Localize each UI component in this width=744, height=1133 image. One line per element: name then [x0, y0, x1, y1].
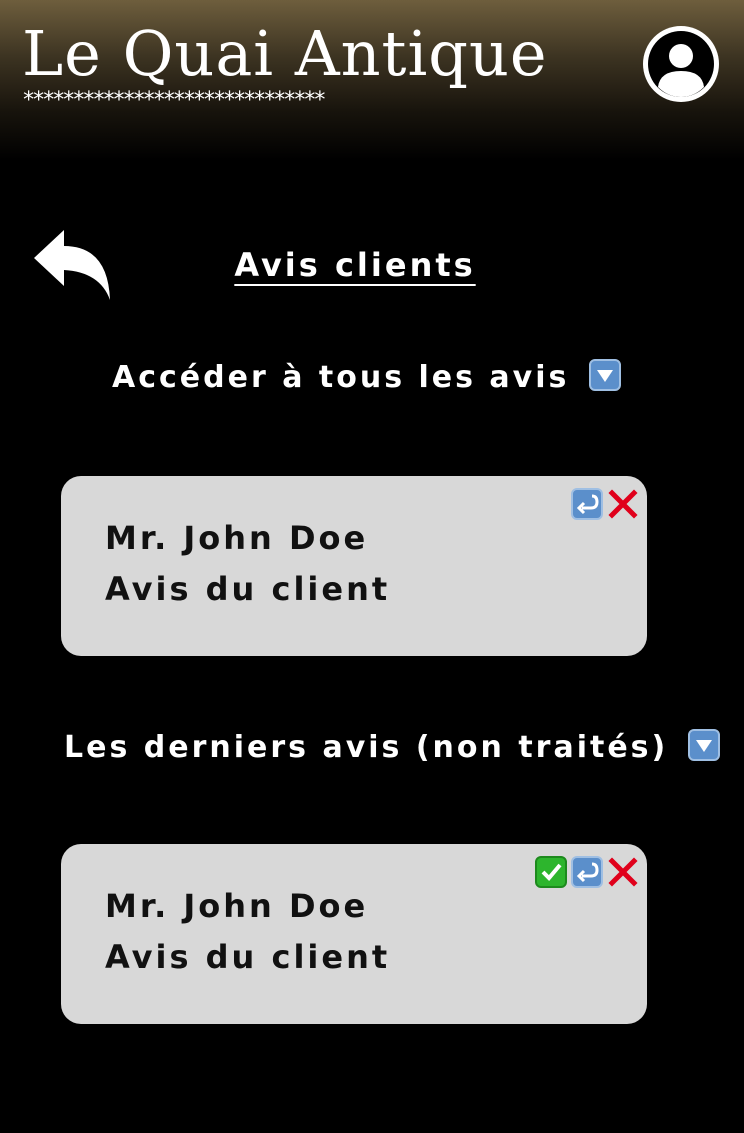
triangle-down-icon[interactable] — [687, 729, 720, 761]
latest-reviews-toggle[interactable]: Les derniers avis (non traités) — [64, 728, 720, 768]
review-actions — [535, 856, 639, 888]
page-title: Avis clients — [234, 246, 476, 284]
brand-decoration: ****************************** — [22, 88, 327, 113]
reply-icon[interactable] — [571, 488, 603, 520]
review-card: Mr. John Doe Avis du client — [61, 476, 647, 656]
cross-icon[interactable] — [607, 856, 639, 888]
user-avatar-icon[interactable] — [642, 25, 720, 103]
review-actions — [571, 488, 639, 520]
check-icon[interactable] — [535, 856, 567, 888]
reply-icon[interactable] — [571, 856, 603, 888]
header: Le Quai Antique ************************… — [0, 0, 744, 160]
brand-title: Le Quai Antique — [22, 17, 548, 90]
all-reviews-heading: Accéder à tous les avis — [112, 360, 570, 395]
client-review: Avis du client — [105, 570, 391, 608]
latest-reviews-heading: Les derniers avis (non traités) — [64, 730, 669, 765]
triangle-down-icon[interactable] — [588, 359, 621, 391]
client-review: Avis du client — [105, 938, 391, 976]
review-card: Mr. John Doe Avis du client — [61, 844, 647, 1024]
client-name: Mr. John Doe — [105, 519, 369, 557]
all-reviews-toggle[interactable]: Accéder à tous les avis — [112, 358, 621, 398]
client-name: Mr. John Doe — [105, 887, 369, 925]
cross-icon[interactable] — [607, 488, 639, 520]
